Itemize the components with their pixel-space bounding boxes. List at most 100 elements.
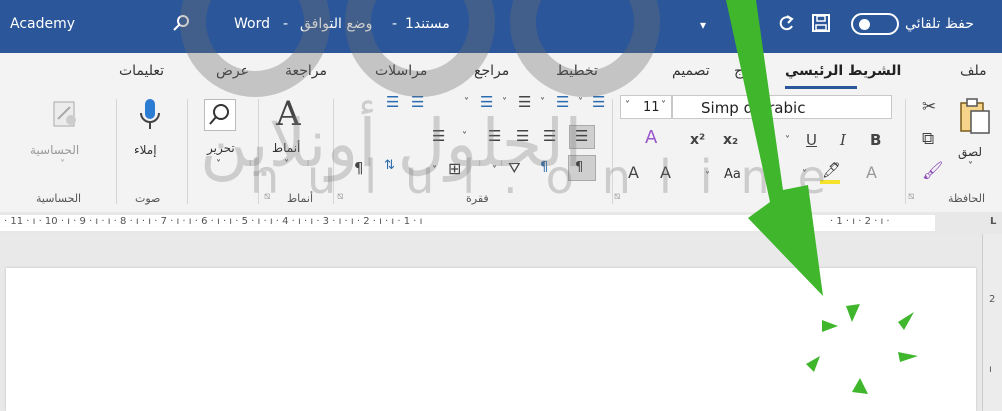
styles-icon[interactable]: A [276,97,301,131]
tab-review[interactable]: مراجعة [285,63,327,79]
paragraph-group-label: فقرة [466,192,489,205]
clear-formatting-icon[interactable]: A [645,129,657,147]
bold-button[interactable]: B [870,133,881,148]
tab-mailings[interactable]: مراسلات [375,63,427,79]
dialog-launcher-icon[interactable]: ⧅ [614,191,620,202]
dialog-launcher-icon[interactable]: ⧅ [908,191,914,202]
horizontal-ruler[interactable]: · 11 · ı · 10 · ı · 9 · ı · ı · 8 · ı · … [0,212,1002,235]
sort-icon[interactable]: ⇅ [384,159,395,172]
ruler-marks-right: · 1 · ı · 2 · ı · [830,216,890,227]
ltr-indent-icon[interactable]: ☰ [386,95,399,110]
italic-button[interactable]: I [840,133,846,148]
tab-design[interactable]: تصميم [672,63,710,79]
group-separator [187,99,188,204]
chevron-down-icon[interactable]: ˅ [462,131,467,142]
autosave-toggle[interactable] [851,13,899,35]
grow-font-button[interactable]: A [660,165,671,181]
format-painter-icon[interactable]: 🖌 [922,163,944,180]
change-case-button[interactable]: Aa [724,167,741,182]
tab-home[interactable]: الشريط الرئيسي [785,63,901,79]
vertical-ruler[interactable]: 2 ı [982,234,1002,411]
justify-icon[interactable]: ☰ [488,129,501,144]
font-size-select[interactable]: ˅ 11 ˅ [620,95,672,119]
editing-label: تحرير [207,141,235,155]
decrease-indent-icon[interactable]: ☰ [480,95,493,110]
document-page[interactable] [6,268,976,411]
cut-icon[interactable]: ✂ [922,99,936,116]
magnifier-icon [209,104,229,125]
tab-selector-icon[interactable]: L [990,216,996,227]
tab-insert[interactable]: ج [734,63,743,79]
chevron-down-icon[interactable]: ˅ [216,159,221,170]
dialog-launcher-icon[interactable]: ⧅ [264,191,270,202]
subscript-button[interactable]: x₂ [723,133,738,147]
chevron-down-icon[interactable]: ˅ [540,97,545,108]
chevron-down-icon: ˅ [625,100,630,111]
ruler-mark: ı [989,364,992,375]
ltr-paragraph-icon[interactable]: ¶ [540,161,548,174]
paste-icon[interactable] [957,97,993,137]
paste-label: لصق [958,145,983,159]
highlight-color-bar [820,180,840,184]
search-icon[interactable] [172,13,192,33]
multilevel-list-icon[interactable]: ☰ [518,95,531,110]
dialog-launcher-icon[interactable]: ⧅ [337,191,343,202]
chevron-down-icon[interactable]: ˅ [578,97,583,108]
chevron-down-icon: ˅ [60,159,65,170]
bullets-icon[interactable]: ☰ [592,95,605,110]
customize-qat-icon[interactable]: ▾ [700,18,706,32]
autosave-label: حفظ تلقائي [905,16,974,32]
microphone-icon[interactable] [137,97,163,135]
rtl-direction-button[interactable]: ¶ [568,155,596,181]
ribbon-tabs: ملف الشريط الرئيسي ج تصميم تخطيط مراجع م… [0,53,1002,91]
align-left-icon[interactable]: ☰ [516,129,529,144]
font-size-value: 11 [643,100,660,115]
chevron-down-icon[interactable]: ˅ [284,159,289,170]
increase-indent-icon[interactable]: ☰ [411,95,424,110]
font-name-select[interactable]: Simp d Arabic [672,95,892,119]
align-right-button[interactable]: ☰ [569,125,595,149]
save-icon[interactable] [811,13,831,33]
document-area: 2 ı [0,234,1002,411]
title-separator: - [283,16,289,32]
group-separator [116,99,117,204]
styles-label: أنماط [272,141,301,155]
account-name[interactable]: Academy [10,16,75,32]
borders-icon[interactable]: ⊞ [448,161,461,177]
tab-help[interactable]: تعليمات [119,63,164,79]
sensitivity-group-label: الحساسية [36,192,82,205]
active-tab-indicator [785,86,857,89]
shading-icon[interactable]: ⛛ [508,161,521,176]
underline-button[interactable]: U [806,133,817,148]
paste-dropdown-icon[interactable]: ˅ [968,161,973,172]
styles-group-label: أنماط [287,192,314,205]
highlight-icon[interactable]: 🖊 [822,163,841,178]
group-separator [612,99,613,204]
chevron-down-icon[interactable]: ˅ [464,97,469,108]
line-spacing-icon[interactable]: ☰ [432,129,445,144]
chevron-down-icon[interactable]: ˅ [705,171,710,182]
chevron-down-icon[interactable]: ˅ [492,165,497,176]
tab-references[interactable]: مراجع [474,63,509,79]
shrink-font-button[interactable]: A [628,165,639,181]
tab-layout[interactable]: تخطيط [556,63,598,79]
sensitivity-icon[interactable] [50,99,80,129]
ribbon: لصق ˅ ✂ ⧉ 🖌 الحافظة ⧅ ˅ 11 ˅ Simp d Arab… [0,91,1002,213]
tab-file[interactable]: ملف [960,63,987,79]
superscript-button[interactable]: x² [690,133,705,147]
chevron-down-icon[interactable]: ˅ [785,135,790,146]
show-marks-icon[interactable]: ¶ [354,161,364,176]
redo-icon[interactable] [776,13,796,33]
chevron-down-icon[interactable]: ˅ [502,97,507,108]
text-effects-icon[interactable]: A [866,165,877,181]
chevron-down-icon[interactable]: ˅ [432,165,437,176]
title-bar: Academy Word - وضع التوافق - مستند1 ▾ حف… [0,0,1002,53]
chevron-down-icon: ˅ [661,100,666,111]
sensitivity-label: الحساسية [30,143,80,157]
copy-icon[interactable]: ⧉ [922,131,934,148]
align-center-icon[interactable]: ☰ [543,129,556,144]
numbering-icon[interactable]: ☰ [556,95,569,110]
chevron-down-icon[interactable]: ˅ [802,169,807,180]
find-button[interactable] [204,99,236,131]
tab-view[interactable]: عرض [216,63,249,79]
